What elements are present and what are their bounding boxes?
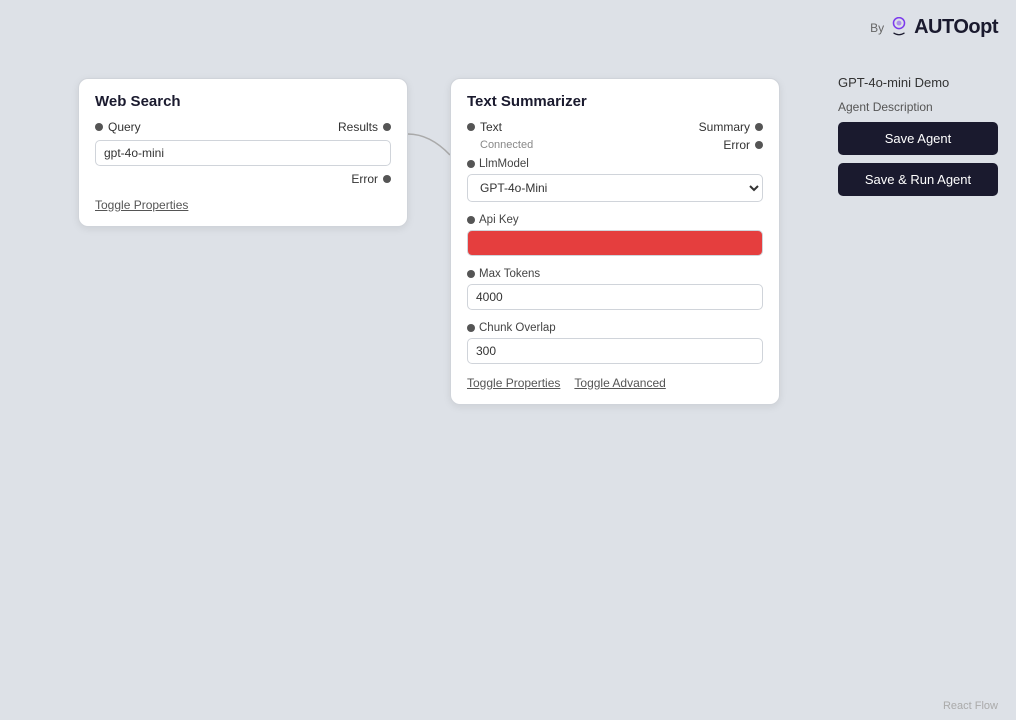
toggle-properties-button-2[interactable]: Toggle Properties bbox=[467, 376, 560, 390]
error-port-label: Error bbox=[351, 172, 391, 186]
text-summarizer-title: Text Summarizer bbox=[467, 93, 763, 110]
error-label-text2: Error bbox=[723, 138, 750, 152]
error-dot bbox=[383, 175, 391, 183]
error-label-text: Error bbox=[351, 172, 378, 186]
query-input[interactable] bbox=[95, 140, 391, 166]
chunk-overlap-input[interactable] bbox=[467, 338, 763, 364]
max-tokens-label-text: Max Tokens bbox=[479, 268, 540, 280]
text-summarizer-node: Text Summarizer Text Summary Connected E… bbox=[450, 78, 780, 405]
max-tokens-input[interactable] bbox=[467, 284, 763, 310]
connected-error-row: Connected Error bbox=[467, 138, 763, 152]
error-port-right: Error bbox=[723, 138, 763, 152]
api-key-label-text: Api Key bbox=[479, 214, 519, 226]
toggle-advanced-button[interactable]: Toggle Advanced bbox=[574, 376, 665, 390]
api-key-dot bbox=[467, 216, 475, 224]
toggle-properties-button[interactable]: Toggle Properties bbox=[95, 198, 188, 212]
text-port-row: Text Summary bbox=[467, 120, 763, 134]
right-panel: GPT-4o-mini Demo Agent Description Save … bbox=[838, 75, 998, 196]
llm-model-dot bbox=[467, 160, 475, 168]
api-key-input[interactable] bbox=[467, 230, 763, 256]
chunk-overlap-label-text: Chunk Overlap bbox=[479, 322, 556, 334]
llm-model-select[interactable]: GPT-4o-Mini GPT-4o GPT-3.5-Turbo bbox=[467, 174, 763, 202]
summary-port-label: Summary bbox=[699, 120, 763, 134]
connected-label: Connected bbox=[467, 139, 533, 151]
web-search-node: Web Search Query Results Error Toggle Pr… bbox=[78, 78, 408, 227]
react-flow-watermark: React Flow bbox=[943, 700, 998, 712]
max-tokens-dot bbox=[467, 270, 475, 278]
query-port-label: Query bbox=[95, 120, 141, 134]
flow-canvas: Web Search Query Results Error Toggle Pr… bbox=[0, 0, 800, 720]
results-dot bbox=[383, 123, 391, 131]
query-port-row: Query Results bbox=[95, 120, 391, 134]
logo-brand-text: AUTOopt bbox=[914, 16, 998, 39]
agent-description-label: Agent Description bbox=[838, 100, 998, 114]
chunk-overlap-label: Chunk Overlap bbox=[467, 322, 763, 334]
llm-model-label: LlmModel bbox=[467, 158, 763, 170]
logo-by-text: By bbox=[870, 21, 884, 35]
api-key-label: Api Key bbox=[467, 214, 763, 226]
summary-label-text: Summary bbox=[699, 120, 750, 134]
llm-model-label-text: LlmModel bbox=[479, 158, 529, 170]
web-search-title: Web Search bbox=[95, 93, 391, 110]
toggle-row: Toggle Properties Toggle Advanced bbox=[467, 376, 763, 390]
summary-dot bbox=[755, 123, 763, 131]
error-port-row: Error bbox=[95, 172, 391, 186]
text-port-label: Text bbox=[467, 120, 502, 134]
logo-area: By AUTOopt bbox=[870, 16, 998, 39]
save-run-agent-button[interactable]: Save & Run Agent bbox=[838, 163, 998, 196]
text-dot bbox=[467, 123, 475, 131]
results-label-text: Results bbox=[338, 120, 378, 134]
results-port-label: Results bbox=[338, 120, 391, 134]
error-dot2 bbox=[755, 141, 763, 149]
query-dot bbox=[95, 123, 103, 131]
save-agent-button[interactable]: Save Agent bbox=[838, 122, 998, 155]
agent-title: GPT-4o-mini Demo bbox=[838, 75, 998, 90]
connected-text: Connected bbox=[480, 139, 533, 151]
max-tokens-label: Max Tokens bbox=[467, 268, 763, 280]
query-label-text: Query bbox=[108, 120, 141, 134]
chunk-overlap-dot bbox=[467, 324, 475, 332]
logo-icon bbox=[888, 17, 910, 39]
text-label-text: Text bbox=[480, 120, 502, 134]
